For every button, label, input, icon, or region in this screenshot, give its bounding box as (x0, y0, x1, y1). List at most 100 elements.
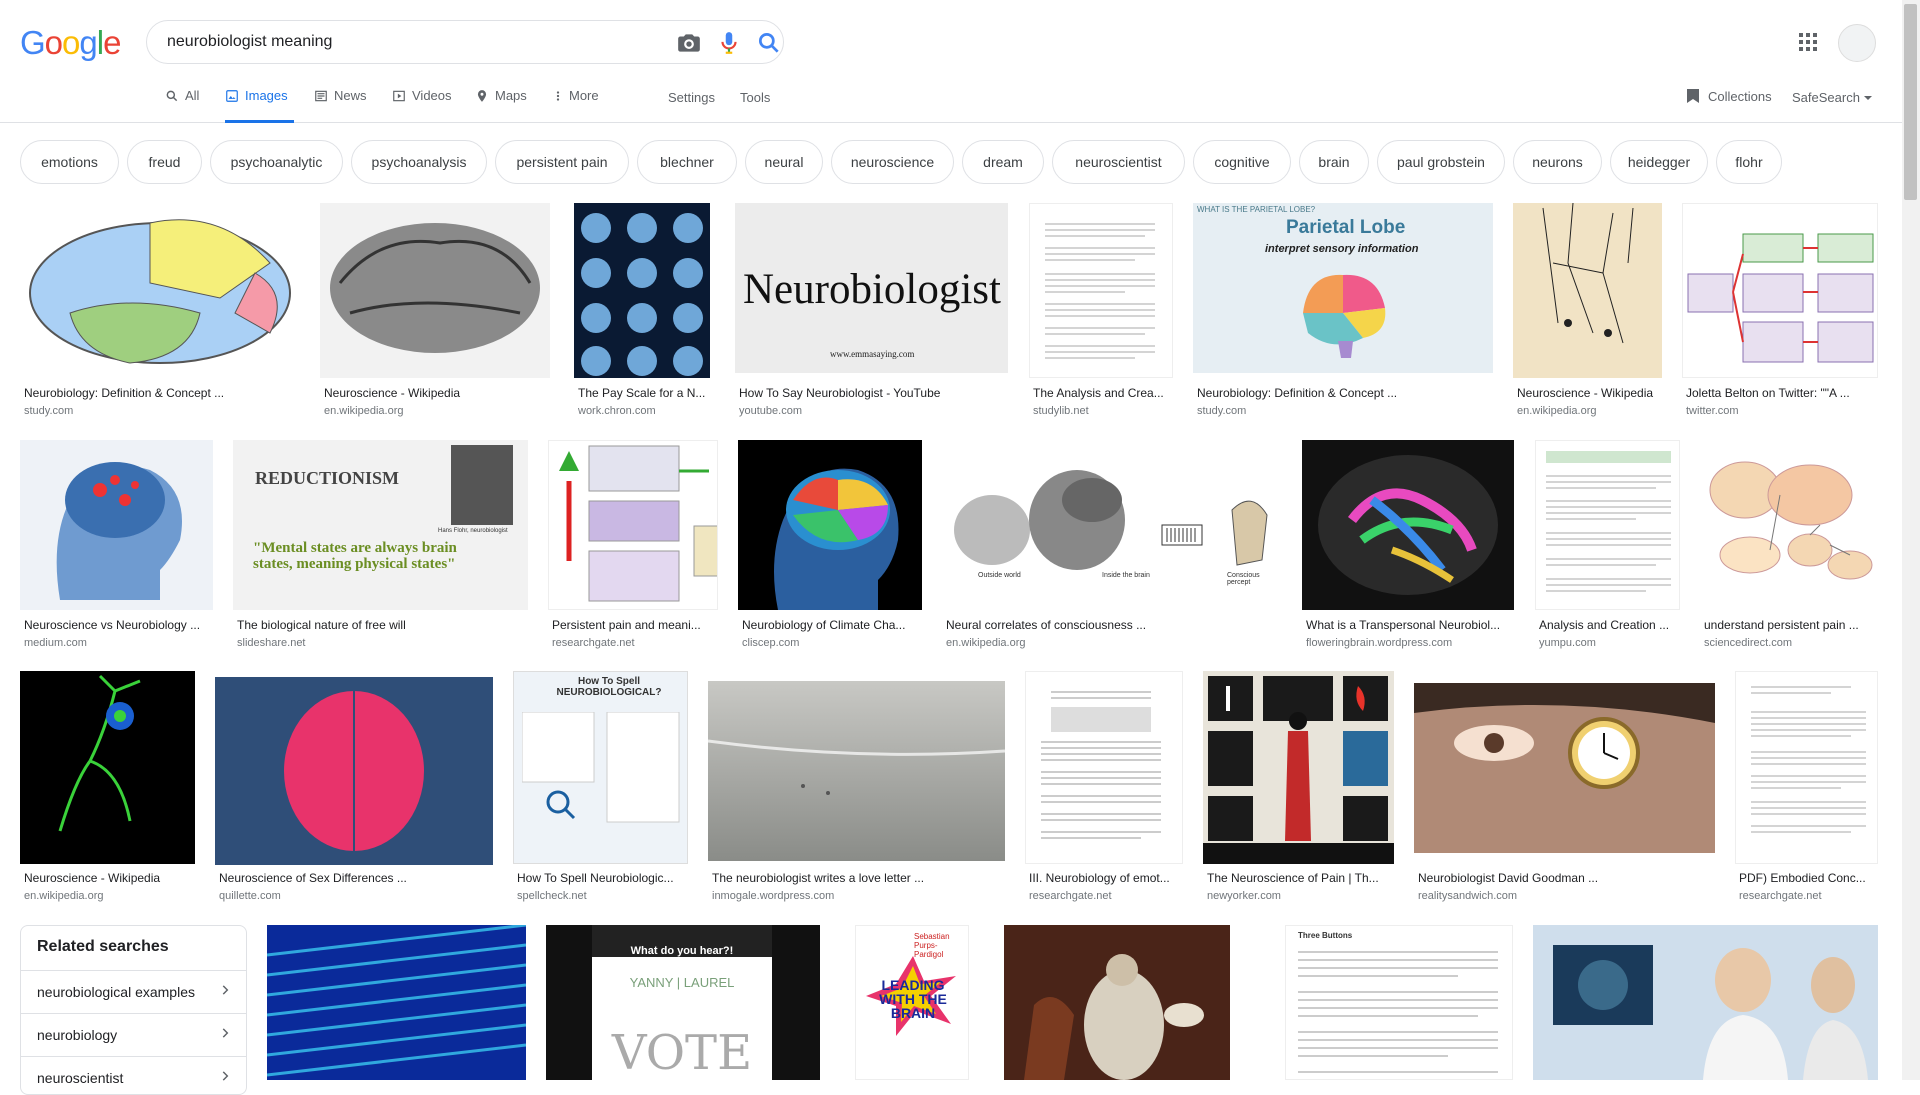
safesearch-dropdown[interactable]: SafeSearch (1792, 90, 1873, 105)
tab-news[interactable]: News (314, 88, 367, 120)
image-result[interactable]: The Analysis and Crea... studylib.net (1029, 203, 1173, 423)
related-search-item[interactable]: neuroscientist (21, 1056, 246, 1094)
related-search-label: neuroscientist (37, 1070, 124, 1086)
tools-link[interactable]: Tools (740, 90, 770, 105)
chip[interactable]: psychoanalysis (351, 140, 487, 184)
result-thumbnail[interactable] (1414, 683, 1715, 853)
chip[interactable]: paul grobstein (1377, 140, 1505, 184)
image-result[interactable]: What do you hear?! YANNY | LAUREL VOTE (546, 925, 820, 1080)
camera-icon[interactable] (676, 30, 702, 56)
result-source: work.chron.com (578, 405, 656, 417)
result-thumbnail[interactable] (1029, 203, 1173, 378)
chip[interactable]: persistent pain (495, 140, 629, 184)
result-thumbnail[interactable] (320, 203, 550, 378)
result-thumbnail[interactable]: WHAT IS THE PARIETAL LOBE? Parietal Lobe… (1193, 203, 1493, 373)
image-result[interactable] (267, 925, 526, 1080)
chip[interactable]: dream (962, 140, 1044, 184)
image-result[interactable]: WHAT IS THE PARIETAL LOBE? Parietal Lobe… (1193, 203, 1493, 423)
related-search-item[interactable]: neurobiology (21, 1013, 246, 1056)
chip[interactable]: neurons (1513, 140, 1602, 184)
search-box[interactable]: neurobiologist meaning (146, 20, 784, 64)
result-thumbnail[interactable] (215, 677, 493, 865)
image-result[interactable]: Neurobiology: Definition & Concept ... s… (20, 203, 300, 423)
image-result[interactable]: Outside world Inside the brain Conscious… (942, 440, 1282, 655)
image-result[interactable]: Neuroscience - Wikipedia en.wikipedia.or… (20, 671, 195, 911)
avatar[interactable] (1838, 24, 1876, 62)
image-result[interactable]: Neuroscience - Wikipedia en.wikipedia.or… (1513, 203, 1662, 423)
image-result[interactable]: Analysis and Creation ... yumpu.com (1535, 440, 1680, 655)
image-result[interactable]: REDUCTIONISM "Mental states are always b… (233, 440, 528, 655)
image-result[interactable]: Neurobiologist David Goodman ... reality… (1414, 671, 1715, 911)
result-thumbnail[interactable] (708, 681, 1005, 861)
image-result[interactable]: How To Spell NEUROBIOLOGICAL? How To Spe… (513, 671, 688, 911)
result-thumbnail[interactable] (1735, 671, 1878, 864)
image-result[interactable]: Three Buttons (1285, 925, 1513, 1080)
result-thumbnail[interactable] (1533, 925, 1878, 1080)
scrollbar-thumb[interactable] (1904, 4, 1917, 200)
result-thumbnail[interactable] (20, 671, 195, 864)
collections-button[interactable]: Collections (1686, 88, 1772, 104)
tab-maps[interactable]: Maps (475, 88, 527, 120)
apps-grid-icon[interactable] (1796, 30, 1820, 54)
chip[interactable]: neural (745, 140, 823, 184)
result-thumbnail[interactable] (574, 203, 710, 378)
result-thumbnail[interactable]: How To Spell NEUROBIOLOGICAL? (513, 671, 688, 864)
image-result[interactable]: Neurobiology of Climate Cha... cliscep.c… (738, 440, 922, 655)
image-result[interactable]: Sebastian Purps-Pardigol LEADING WITH TH… (855, 925, 969, 1080)
chip[interactable]: freud (127, 140, 202, 184)
chip[interactable]: emotions (20, 140, 119, 184)
image-result[interactable]: Neurobiologist www.emmasaying.com How To… (735, 203, 1008, 423)
google-logo[interactable]: Google (20, 24, 121, 62)
tab-videos[interactable]: Videos (392, 88, 452, 120)
result-thumbnail[interactable] (20, 203, 300, 378)
result-thumbnail[interactable] (20, 440, 213, 610)
result-thumbnail[interactable] (1513, 203, 1662, 378)
image-result[interactable]: PDF) Embodied Conc... researchgate.net (1735, 671, 1878, 911)
result-thumbnail[interactable]: Outside world Inside the brain Conscious… (942, 440, 1282, 610)
related-search-item[interactable]: neurobiological examples (21, 970, 246, 1013)
image-result[interactable]: What is a Transpersonal Neurobiol... flo… (1302, 440, 1514, 655)
tab-all[interactable]: All (165, 88, 199, 120)
image-result[interactable]: The neurobiologist writes a love letter … (708, 671, 1005, 911)
chip[interactable]: flohr (1716, 140, 1782, 184)
result-thumbnail[interactable] (1025, 671, 1183, 864)
result-thumbnail[interactable] (548, 440, 718, 610)
result-thumbnail[interactable]: Neurobiologist www.emmasaying.com (735, 203, 1008, 373)
settings-link[interactable]: Settings (668, 90, 715, 105)
image-result[interactable]: Neuroscience of Sex Differences ... quil… (215, 671, 493, 911)
image-result[interactable]: Neuroscience vs Neurobiology ... medium.… (20, 440, 213, 655)
result-thumbnail[interactable] (1700, 440, 1878, 610)
image-result[interactable] (1533, 925, 1878, 1080)
image-result[interactable]: Persistent pain and meani... researchgat… (548, 440, 718, 655)
chip[interactable]: blechner (637, 140, 737, 184)
image-result[interactable]: Joletta Belton on Twitter: ""A ... twitt… (1682, 203, 1878, 423)
result-thumbnail[interactable] (738, 440, 922, 610)
result-thumbnail[interactable] (1004, 925, 1230, 1080)
tab-more[interactable]: More (553, 88, 599, 120)
microphone-icon[interactable] (716, 30, 742, 56)
result-thumbnail[interactable] (1203, 671, 1394, 864)
result-thumbnail[interactable]: REDUCTIONISM "Mental states are always b… (233, 440, 528, 610)
search-icon[interactable] (756, 30, 782, 56)
chip[interactable]: neuroscience (831, 140, 954, 184)
tab-images[interactable]: Images (225, 88, 294, 123)
result-thumbnail[interactable]: Sebastian Purps-Pardigol LEADING WITH TH… (855, 925, 969, 1080)
image-result[interactable]: The Neuroscience of Pain | Th... newyork… (1203, 671, 1394, 911)
chip[interactable]: cognitive (1193, 140, 1291, 184)
search-input[interactable]: neurobiologist meaning (167, 33, 332, 51)
chip[interactable]: brain (1299, 140, 1369, 184)
result-thumbnail[interactable]: Three Buttons (1285, 925, 1513, 1080)
result-thumbnail[interactable] (1302, 440, 1514, 610)
image-result[interactable] (1004, 925, 1230, 1080)
image-result[interactable]: understand persistent pain ... sciencedi… (1700, 440, 1878, 655)
image-result[interactable]: III. Neurobiology of emot... researchgat… (1025, 671, 1183, 911)
chip[interactable]: neuroscientist (1052, 140, 1185, 184)
result-thumbnail[interactable]: What do you hear?! YANNY | LAUREL VOTE (546, 925, 820, 1080)
chip[interactable]: heidegger (1610, 140, 1708, 184)
result-thumbnail[interactable] (267, 925, 526, 1080)
chip[interactable]: psychoanalytic (210, 140, 343, 184)
result-thumbnail[interactable] (1682, 203, 1878, 378)
image-result[interactable]: Neuroscience - Wikipedia en.wikipedia.or… (320, 203, 550, 423)
result-thumbnail[interactable] (1535, 440, 1680, 610)
image-result[interactable]: The Pay Scale for a N... work.chron.com (574, 203, 710, 423)
